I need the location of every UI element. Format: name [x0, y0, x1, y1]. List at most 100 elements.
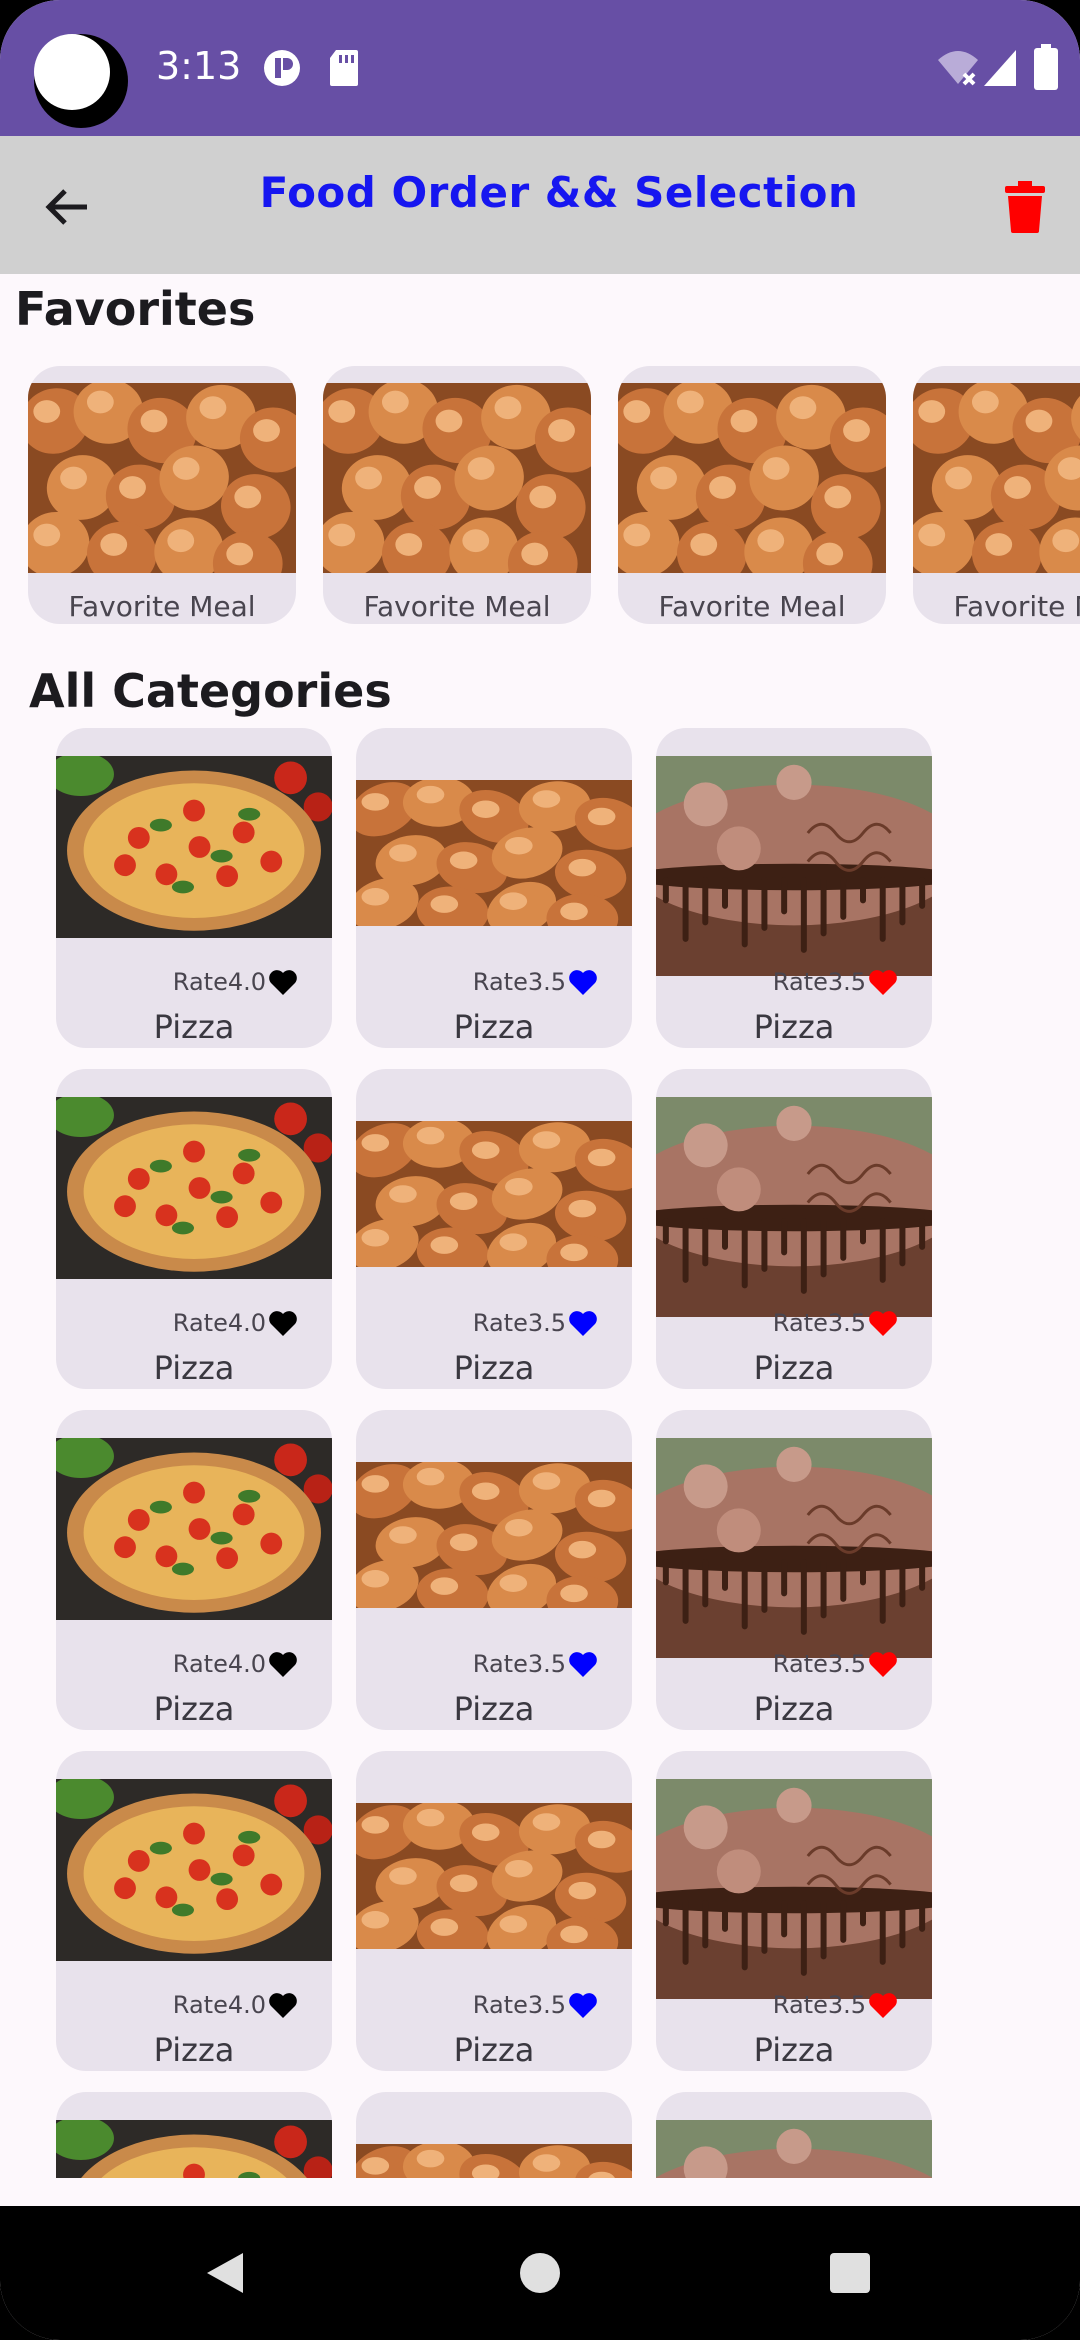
category-card[interactable]: Rate3.5 Pizza: [356, 728, 632, 1048]
favorite-meal-image: [28, 383, 296, 573]
rating-text: Rate3.5: [772, 1309, 866, 1337]
rating-row: Rate3.5: [473, 1650, 598, 1678]
heart-icon[interactable]: [268, 968, 298, 996]
rating-text: Rate4.0: [172, 1650, 266, 1678]
heart-icon[interactable]: [268, 1650, 298, 1678]
nav-recents-button[interactable]: [783, 2206, 917, 2340]
favorites-carousel[interactable]: Favorite Meal Favorite Meal Favorite Mea…: [28, 366, 1080, 626]
rating-text: Rate3.5: [772, 1991, 866, 2019]
favorite-card-label: Favorite Meal: [658, 590, 846, 623]
birthday-cake-image: [656, 2120, 932, 2178]
category-name: Pizza: [153, 1008, 235, 1046]
signal-icon: [982, 48, 1018, 93]
phone-screen: 3:13 Food Order && Selection Favorites F…: [0, 0, 1080, 2340]
heart-icon[interactable]: [268, 1991, 298, 2019]
wifi-off-icon: [936, 48, 980, 93]
pizza-image: [56, 2120, 332, 2178]
heart-icon[interactable]: [868, 1309, 898, 1337]
category-card[interactable]: Rate3.5 Pizza: [656, 1069, 932, 1389]
favorite-meal-image: [913, 383, 1080, 573]
category-card[interactable]: Rate3.5Pizza: [356, 2092, 632, 2178]
navigation-bar: [0, 2206, 1080, 2340]
pizza-image: [56, 1438, 332, 1620]
category-name: Pizza: [753, 1349, 835, 1387]
favorites-heading: Favorites: [15, 282, 256, 336]
delete-button[interactable]: [990, 172, 1060, 242]
birthday-cake-image: [656, 1779, 932, 1999]
rating-row: Rate3.5: [773, 1309, 898, 1337]
rating-row: Rate3.5: [473, 968, 598, 996]
category-card[interactable]: Rate4.0Pizza: [56, 2092, 332, 2178]
category-card[interactable]: Rate4.0 Pizza: [56, 728, 332, 1048]
category-card[interactable]: Rate3.5Pizza: [656, 2092, 932, 2178]
favorite-meal-image: [323, 383, 591, 573]
favorite-card-label: Favorite Meal: [953, 590, 1080, 623]
favorite-card[interactable]: Favorite Meal: [913, 366, 1080, 624]
birthday-cake-image: [656, 1438, 932, 1658]
category-name: Pizza: [153, 1690, 235, 1728]
rating-text: Rate4.0: [172, 968, 266, 996]
rating-text: Rate3.5: [772, 968, 866, 996]
camera-cutout: [34, 34, 128, 128]
rating-text: Rate4.0: [172, 1991, 266, 2019]
bread-rolls-image: [356, 1121, 632, 1267]
rating-row: Rate3.5: [473, 1991, 598, 2019]
category-name: Pizza: [753, 1008, 835, 1046]
pizza-image: [56, 1097, 332, 1279]
category-name: Pizza: [153, 1349, 235, 1387]
birthday-cake-image: [656, 1097, 932, 1317]
category-name: Pizza: [453, 2031, 535, 2069]
heart-icon[interactable]: [868, 968, 898, 996]
favorite-card-label: Favorite Meal: [363, 590, 551, 623]
favorite-card-label: Favorite Meal: [68, 590, 256, 623]
category-card[interactable]: Rate3.5 Pizza: [656, 728, 932, 1048]
rating-row: Rate3.5: [773, 1650, 898, 1678]
nav-back-button[interactable]: [158, 2206, 292, 2340]
rating-row: Rate3.5: [773, 1991, 898, 2019]
rating-text: Rate4.0: [172, 1309, 266, 1337]
categories-grid[interactable]: Rate4.0 Pizza Rate3.5 Pizza Rate3.5 Pizza R…: [56, 728, 956, 2178]
heart-icon[interactable]: [568, 968, 598, 996]
category-card[interactable]: Rate4.0Pizza: [56, 1751, 332, 2071]
category-name: Pizza: [453, 1008, 535, 1046]
heart-icon[interactable]: [568, 1650, 598, 1678]
nav-home-button[interactable]: [473, 2206, 607, 2340]
sd-card-icon: [328, 48, 360, 93]
rating-row: Rate3.5: [773, 968, 898, 996]
heart-icon[interactable]: [868, 1991, 898, 2019]
category-name: Pizza: [753, 2031, 835, 2069]
rating-row: Rate4.0: [173, 1309, 298, 1337]
category-card[interactable]: Rate3.5 Pizza: [356, 1410, 632, 1730]
square-recents-icon: [830, 2253, 870, 2293]
bread-rolls-image: [356, 780, 632, 926]
heart-icon[interactable]: [268, 1309, 298, 1337]
pizza-image: [56, 756, 332, 938]
trash-icon: [1005, 181, 1045, 233]
category-card[interactable]: Rate4.0 Pizza: [56, 1069, 332, 1389]
favorite-card[interactable]: Favorite Meal: [618, 366, 886, 624]
rating-text: Rate3.5: [772, 1650, 866, 1678]
birthday-cake-image: [656, 756, 932, 976]
heart-icon[interactable]: [868, 1650, 898, 1678]
triangle-back-icon: [207, 2253, 243, 2293]
category-card[interactable]: Rate4.0 Pizza: [56, 1410, 332, 1730]
categories-heading: All Categories: [29, 664, 392, 718]
category-card[interactable]: Rate3.5 Pizza: [356, 1751, 632, 2071]
category-card[interactable]: Rate3.5 Pizza: [656, 1410, 932, 1730]
category-card[interactable]: Rate3.5Pizza: [356, 1069, 632, 1389]
rating-row: Rate3.5: [473, 1309, 598, 1337]
rating-row: Rate4.0: [173, 1650, 298, 1678]
category-name: Pizza: [453, 1690, 535, 1728]
pizza-image: [56, 1779, 332, 1961]
category-card[interactable]: Rate3.5 Pizza: [656, 1751, 932, 2071]
bread-rolls-image: [356, 1803, 632, 1949]
heart-icon[interactable]: [568, 1309, 598, 1337]
status-time: 3:13: [156, 44, 242, 88]
favorite-card[interactable]: Favorite Meal: [28, 366, 296, 624]
heart-icon[interactable]: [568, 1991, 598, 2019]
rating-text: Rate3.5: [472, 968, 566, 996]
status-bar: 3:13: [0, 0, 1080, 136]
app-bar: Food Order && Selection: [0, 136, 1080, 274]
favorite-card[interactable]: Favorite Meal: [323, 366, 591, 624]
category-name: Pizza: [753, 1690, 835, 1728]
